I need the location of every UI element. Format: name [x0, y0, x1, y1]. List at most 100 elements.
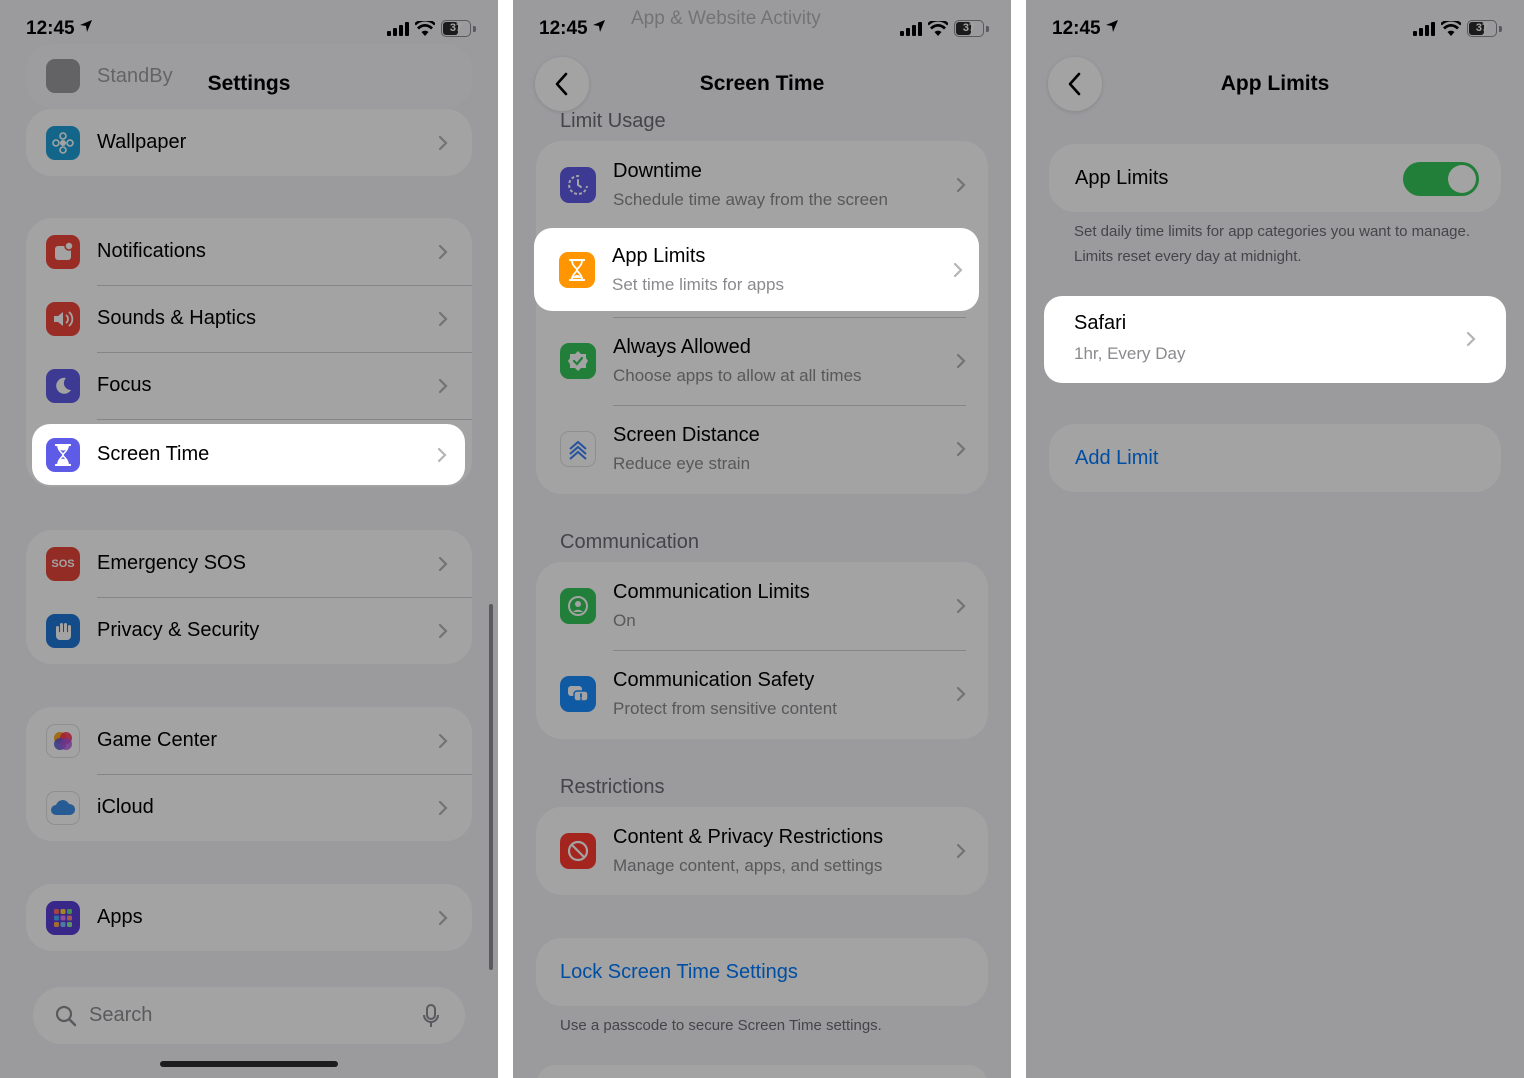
time-text: 12:45: [539, 18, 588, 39]
item-content-privacy[interactable]: Content & Privacy Restrictions Manage con…: [536, 807, 988, 895]
sos-text: SOS: [51, 557, 75, 570]
chevron-right-icon: [438, 623, 448, 638]
battery-level: 37: [449, 22, 463, 34]
lock-settings-label: Lock Screen Time Settings: [560, 960, 798, 983]
status-indicators: 37: [387, 20, 476, 37]
group-communication: Communication Limits On Communication Saf…: [536, 562, 988, 739]
toggle-knob: [1448, 165, 1476, 193]
hand-icon: [46, 613, 80, 648]
hourglass-icon: [46, 437, 80, 472]
prohibited-icon: [560, 833, 596, 869]
chevron-right-icon: [953, 262, 963, 277]
app-limits-screen: 12:45 37 App Limits App Limits Set daily…: [1026, 0, 1524, 1078]
app-limits-toggle-label: App Limits: [1075, 167, 1169, 189]
settings-item-sounds[interactable]: Sounds & Haptics: [26, 285, 472, 352]
checkmark-badge-icon: [560, 343, 596, 379]
downtime-icon: [560, 167, 596, 203]
search-field[interactable]: Search: [33, 987, 465, 1044]
page-title: Settings: [207, 72, 291, 95]
item-label: Apps: [97, 906, 143, 928]
status-indicators: 37: [1413, 20, 1502, 37]
item-title: Communication Safety: [613, 669, 815, 691]
screen-time-screen: 12:45 37 App & Website Activity Screen T…: [513, 0, 1011, 1078]
group-apps: Apps: [26, 884, 472, 951]
sos-icon: SOS: [46, 546, 80, 581]
item-subtitle: Schedule time away from the screen: [613, 190, 888, 209]
search-placeholder: Search: [89, 1004, 153, 1026]
item-communication-limits[interactable]: Communication Limits On: [536, 562, 988, 650]
home-indicator[interactable]: [160, 1061, 338, 1067]
cellular-signal-icon: [900, 21, 922, 36]
lock-settings-button[interactable]: Lock Screen Time Settings: [536, 938, 988, 1006]
chevron-right-icon: [437, 447, 447, 462]
settings-item-wallpaper[interactable]: Wallpaper: [26, 109, 472, 176]
group-limit-usage: Downtime Schedule time away from the scre…: [536, 141, 988, 494]
item-title: Content & Privacy Restrictions: [613, 826, 884, 848]
item-subtitle: On: [613, 611, 636, 630]
status-bar: 12:45 37: [1026, 0, 1524, 58]
item-label: Emergency SOS: [97, 552, 246, 574]
status-bar: 12:45 37: [0, 0, 498, 58]
settings-item-emergency-sos[interactable]: SOS Emergency SOS: [26, 530, 472, 597]
page-title: App Limits: [1220, 72, 1330, 95]
settings-item-screen-time[interactable]: Screen Time: [32, 424, 465, 485]
cloud-icon: [46, 790, 80, 825]
item-always-allowed[interactable]: Always Allowed Choose apps to allow at al…: [536, 317, 988, 405]
item-title: Downtime: [613, 160, 702, 182]
moon-icon: [46, 368, 80, 403]
item-label: Privacy & Security: [97, 619, 260, 641]
chevron-right-icon: [956, 686, 966, 702]
group-app-limits-toggle: App Limits: [1049, 144, 1501, 212]
item-screen-distance[interactable]: Screen Distance Reduce eye strain: [536, 405, 988, 493]
scroll-indicator[interactable]: [489, 604, 493, 970]
settings-item-focus[interactable]: Focus: [26, 352, 472, 419]
item-subtitle: Protect from sensitive content: [613, 699, 837, 718]
item-label: iCloud: [97, 796, 154, 818]
add-limit-button[interactable]: Add Limit: [1049, 424, 1501, 492]
chevron-right-icon: [956, 441, 966, 457]
settings-item-apps[interactable]: Apps: [26, 884, 472, 951]
item-subtitle: Choose apps to allow at all times: [613, 366, 862, 385]
item-subtitle: Manage content, apps, and settings: [613, 856, 883, 875]
chevron-right-icon: [438, 910, 448, 925]
limit-item-safari[interactable]: Safari 1hr, Every Day: [1044, 296, 1506, 383]
app-limits-toggle[interactable]: [1403, 162, 1479, 196]
settings-item-icloud[interactable]: iCloud: [26, 774, 472, 841]
item-label: Screen Time: [97, 443, 210, 465]
chevron-right-icon: [438, 311, 448, 326]
section-header-communication: Communication: [560, 531, 699, 553]
group-restrictions: Content & Privacy Restrictions Manage con…: [536, 807, 988, 895]
limit-item-subtitle: 1hr, Every Day: [1074, 344, 1186, 363]
group-accounts: Game Center iCloud: [26, 707, 472, 841]
status-bar: 12:45 37: [513, 0, 1011, 58]
battery-icon: 37: [441, 20, 471, 37]
battery-icon: 37: [1467, 20, 1497, 37]
settings-screen: 12:45 37 StandBy Settings Wallpaper Noti…: [0, 0, 498, 1078]
search-icon: [55, 1005, 77, 1026]
item-subtitle: Reduce eye strain: [613, 454, 751, 473]
item-label: Sounds & Haptics: [97, 307, 256, 329]
time-text: 12:45: [26, 18, 75, 39]
chevron-right-icon: [956, 843, 966, 859]
item-communication-safety[interactable]: Communication Safety Protect from sensiti…: [536, 650, 988, 738]
settings-item-notifications[interactable]: Notifications: [26, 218, 472, 285]
battery-tip: [1499, 25, 1502, 32]
chevron-right-icon: [956, 598, 966, 614]
cellular-signal-icon: [1413, 21, 1435, 36]
item-downtime[interactable]: Downtime Schedule time away from the scre…: [536, 141, 988, 229]
chevron-right-icon: [438, 556, 448, 571]
wifi-icon: [1441, 21, 1461, 36]
settings-item-privacy[interactable]: Privacy & Security: [26, 597, 472, 664]
battery-tip: [986, 25, 989, 32]
settings-item-game-center[interactable]: Game Center: [26, 707, 472, 774]
chevron-right-icon: [438, 244, 448, 259]
battery-level: 37: [962, 22, 976, 34]
item-title: Always Allowed: [613, 336, 751, 358]
cellular-signal-icon: [387, 21, 409, 36]
chevron-right-icon: [1466, 331, 1476, 347]
item-app-limits[interactable]: App Limits Set time limits for apps: [534, 228, 979, 311]
microphone-icon[interactable]: [423, 1004, 439, 1028]
item-label: Game Center: [97, 729, 218, 751]
group-wallpaper: Wallpaper: [26, 109, 472, 176]
wifi-icon: [928, 21, 948, 36]
